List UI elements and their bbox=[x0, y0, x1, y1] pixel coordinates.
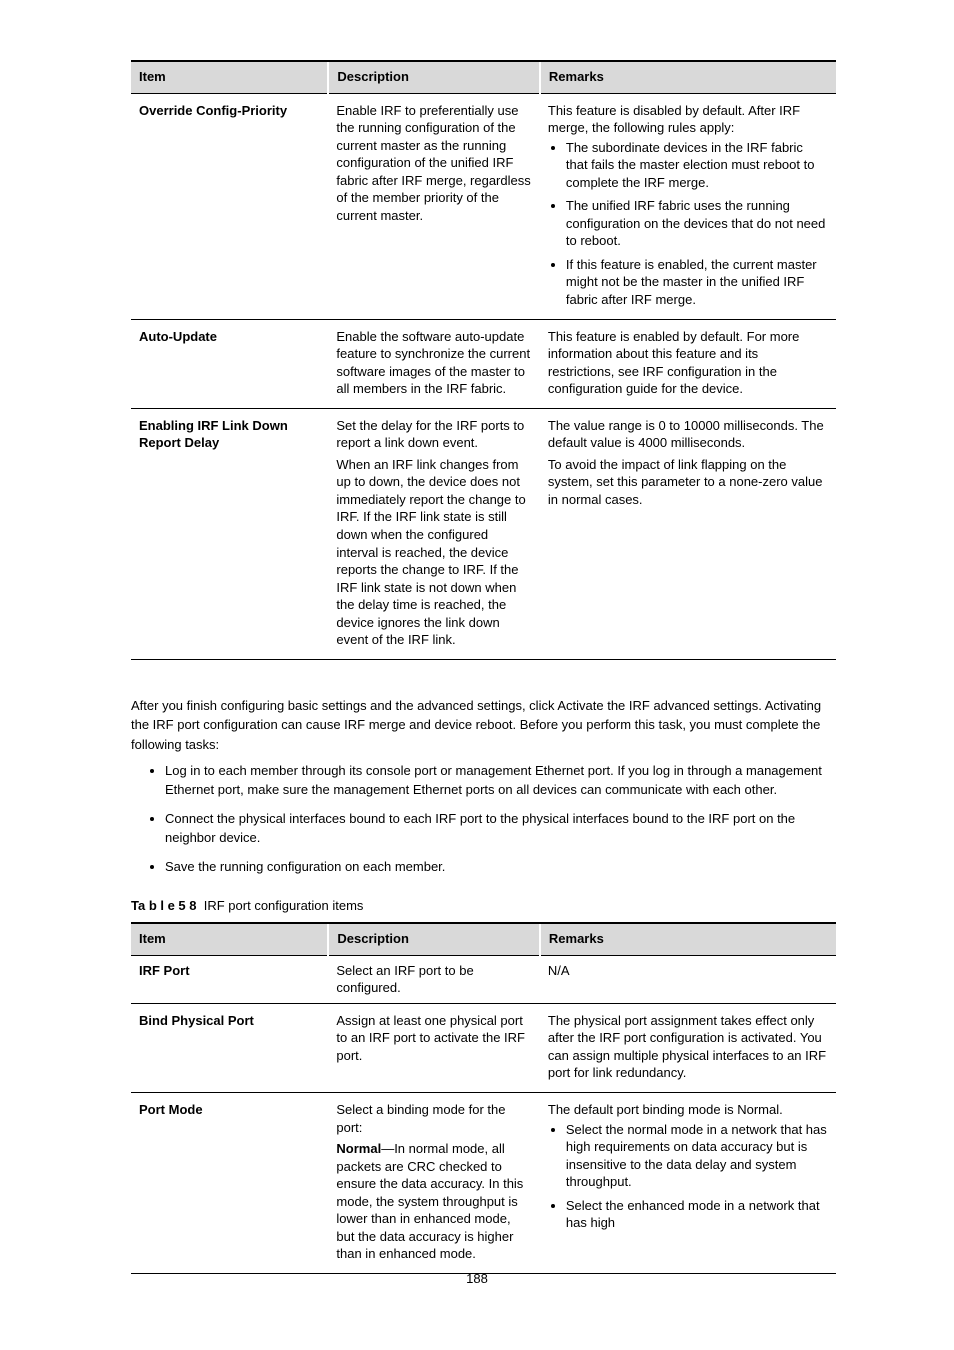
cell-remarks: This feature is disabled by default. Aft… bbox=[540, 93, 836, 319]
prerequisite-list: Log in to each member through its consol… bbox=[131, 762, 836, 876]
table-row: IRF Port Select an IRF port to be config… bbox=[131, 955, 836, 1003]
table2-header-remarks: Remarks bbox=[540, 923, 836, 955]
cell-desc: Assign at least one physical port to an … bbox=[328, 1003, 540, 1092]
advanced-settings-table: Item Description Remarks Override Config… bbox=[131, 60, 836, 660]
cell-item: Auto-Update bbox=[131, 319, 328, 408]
table-row: Auto-Update Enable the software auto-upd… bbox=[131, 319, 836, 408]
cell-desc: Select an IRF port to be configured. bbox=[328, 955, 540, 1003]
cell-item: Override Config-Priority bbox=[131, 93, 328, 319]
table1-header-remarks: Remarks bbox=[540, 61, 836, 93]
table-row: Port Mode Select a binding mode for the … bbox=[131, 1092, 836, 1273]
irf-port-config-table: Item Description Remarks IRF Port Select… bbox=[131, 922, 836, 1274]
list-item: Connect the physical interfaces bound to… bbox=[165, 810, 836, 848]
cell-item: Port Mode bbox=[131, 1092, 328, 1273]
cell-item: Enabling IRF Link Down Report Delay bbox=[131, 408, 328, 659]
cell-item: IRF Port bbox=[131, 955, 328, 1003]
cell-desc: Enable the software auto-update feature … bbox=[328, 319, 540, 408]
table-row: Enabling IRF Link Down Report Delay Set … bbox=[131, 408, 836, 659]
cell-remarks: The value range is 0 to 10000 millisecon… bbox=[540, 408, 836, 659]
cell-remarks: N/A bbox=[540, 955, 836, 1003]
table1-header-description: Description bbox=[328, 61, 540, 93]
list-item: Select the enhanced mode in a network th… bbox=[566, 1197, 828, 1232]
table2-header-item: Item bbox=[131, 923, 328, 955]
cell-item: Bind Physical Port bbox=[131, 1003, 328, 1092]
table2-header-description: Description bbox=[328, 923, 540, 955]
cell-desc: Enable IRF to preferentially use the run… bbox=[328, 93, 540, 319]
list-item: The subordinate devices in the IRF fabri… bbox=[566, 139, 828, 192]
table1-header-item: Item bbox=[131, 61, 328, 93]
cell-desc: Select a binding mode for the port: Norm… bbox=[328, 1092, 540, 1273]
cell-desc: Set the delay for the IRF ports to repor… bbox=[328, 408, 540, 659]
cell-remarks: This feature is enabled by default. For … bbox=[540, 319, 836, 408]
table-row: Bind Physical Port Assign at least one p… bbox=[131, 1003, 836, 1092]
activation-intro: After you finish configuring basic setti… bbox=[131, 696, 836, 755]
list-item: Log in to each member through its consol… bbox=[165, 762, 836, 800]
page-number: 188 bbox=[0, 1270, 954, 1288]
list-item: The unified IRF fabric uses the running … bbox=[566, 197, 828, 250]
cell-remarks: The physical port assignment takes effec… bbox=[540, 1003, 836, 1092]
table-row: Override Config-Priority Enable IRF to p… bbox=[131, 93, 836, 319]
table2-caption: Ta b l e 5 8 IRF port configuration item… bbox=[131, 897, 836, 915]
list-item: If this feature is enabled, the current … bbox=[566, 256, 828, 309]
list-item: Save the running configuration on each m… bbox=[165, 858, 836, 877]
cell-remarks: The default port binding mode is Normal.… bbox=[540, 1092, 836, 1273]
list-item: Select the normal mode in a network that… bbox=[566, 1121, 828, 1191]
